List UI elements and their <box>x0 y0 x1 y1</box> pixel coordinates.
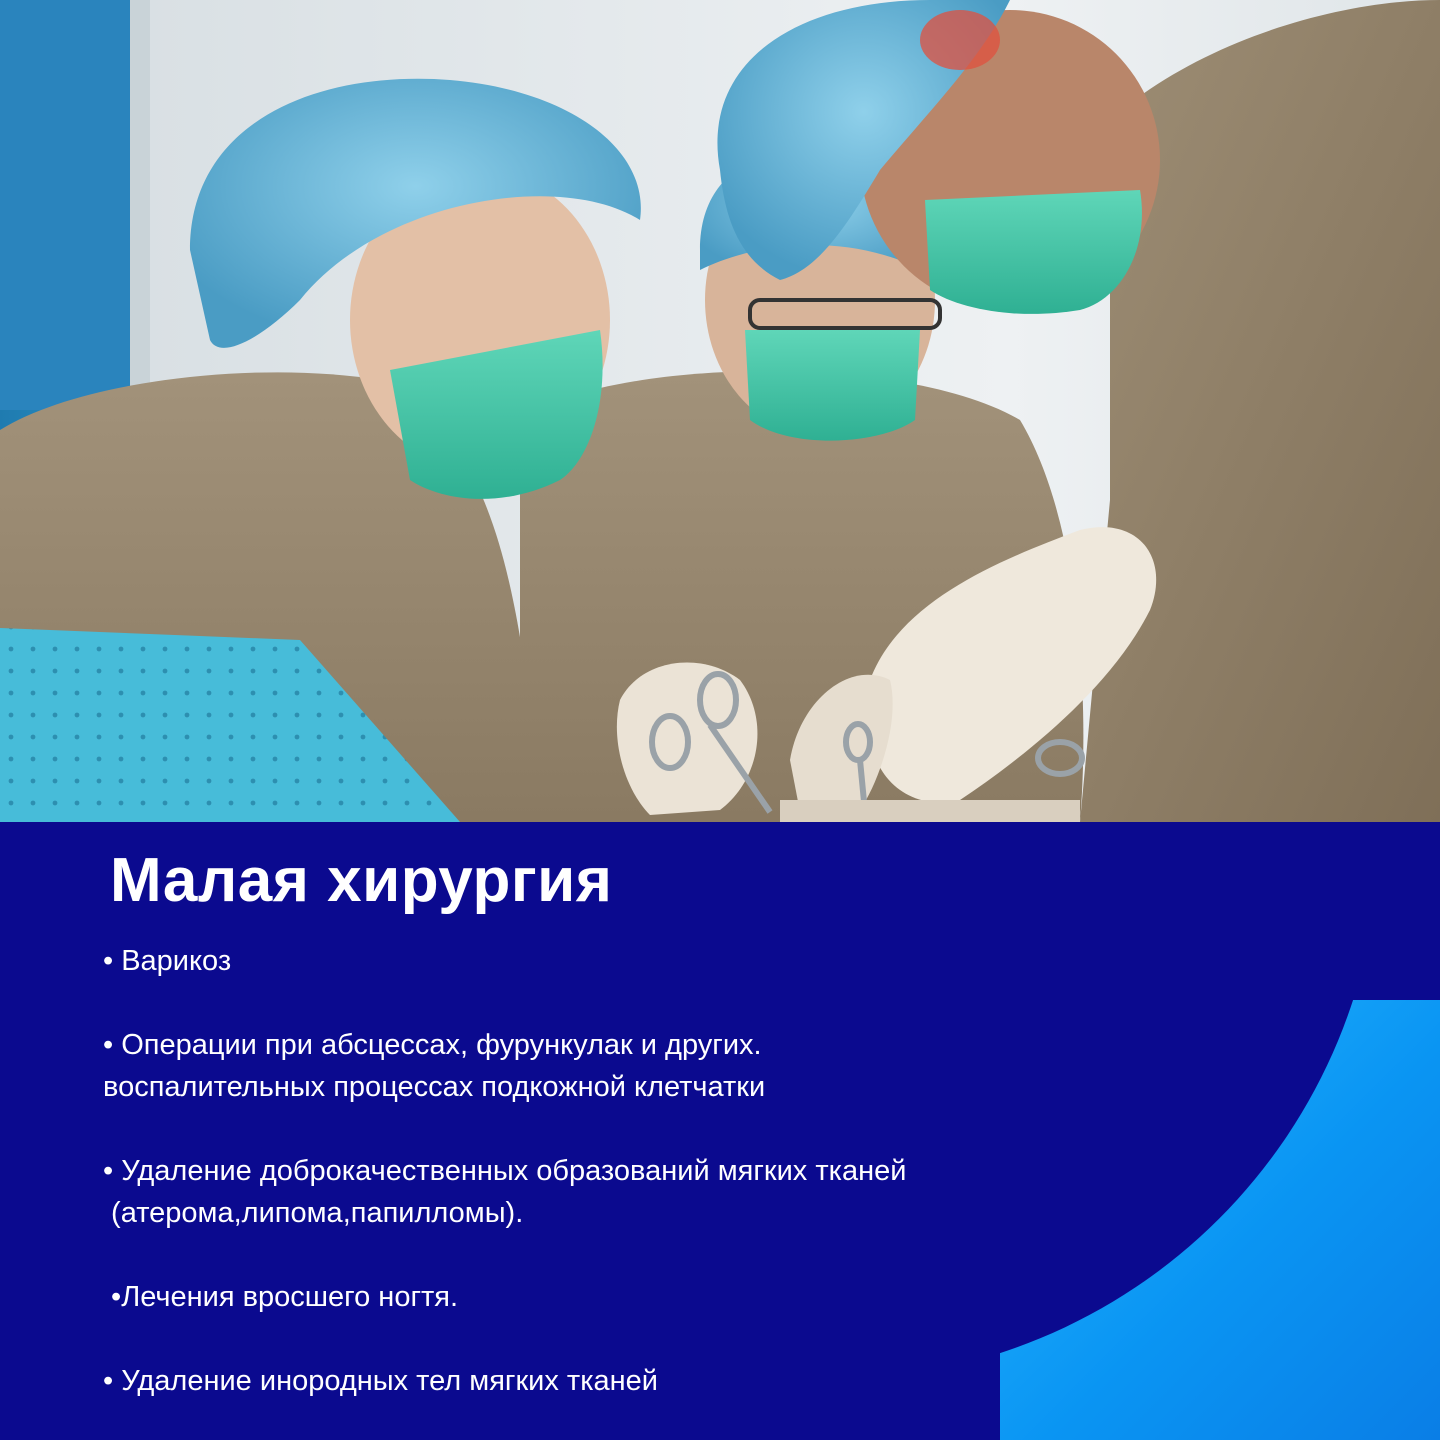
surgeons-photo <box>0 0 1440 822</box>
list-item-line: • Варикоз <box>103 945 232 977</box>
services-list: • Варикоз • Операции при абсцессах, фуру… <box>103 940 1103 1440</box>
surgeon-team-photo-icon <box>0 0 1440 822</box>
list-item-line: воспалительных процессах подкожной клетч… <box>103 1071 766 1103</box>
list-item: • Удаление доброкачественных образований… <box>103 1150 1103 1234</box>
list-item-line: •Лечения вросшего ногтя. <box>103 1281 459 1313</box>
list-item-line: • Удаление инородных тел мягких тканей <box>103 1365 659 1397</box>
list-item: • Варикоз <box>103 940 1103 982</box>
list-item: • Операции при абсцессах, фурункулак и д… <box>103 1024 1103 1108</box>
list-item: • Удаление инородных тел мягких тканей <box>103 1360 1103 1402</box>
page: Малая хирургия • Варикоз • Операции при … <box>0 0 1440 1440</box>
list-item-line: • Операции при абсцессах, фурункулак и д… <box>103 1029 762 1061</box>
page-title: Малая хирургия <box>110 846 613 915</box>
list-item-line: (атерома,липома,папилломы). <box>103 1197 524 1229</box>
services-panel: Малая хирургия • Варикоз • Операции при … <box>0 822 1440 1440</box>
list-item-line: • Удаление доброкачественных образований… <box>103 1155 907 1187</box>
list-item: •Лечения вросшего ногтя. <box>103 1276 1103 1318</box>
